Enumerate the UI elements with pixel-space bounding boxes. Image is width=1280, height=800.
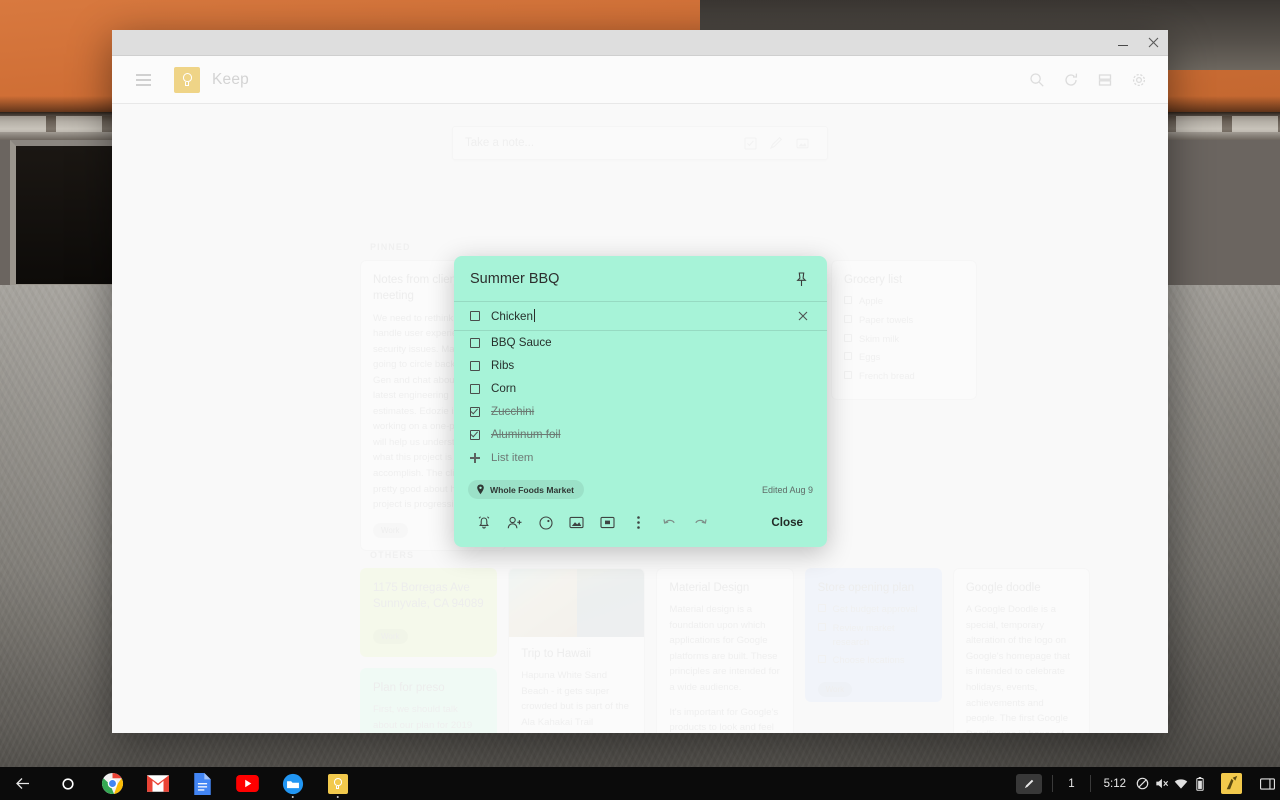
keep-app-window: Keep Take a note... xyxy=(112,30,1168,733)
location-chip-text: Whole Foods Market xyxy=(490,485,574,495)
checkbox-icon[interactable] xyxy=(470,384,480,394)
modal-checklist: Chicken BBQ Sauce Ribs Corn xyxy=(454,301,827,472)
modal-list-item[interactable]: Ribs xyxy=(454,354,827,377)
launcher-circle-icon[interactable] xyxy=(45,767,90,800)
modal-title[interactable]: Summer BBQ xyxy=(470,271,791,287)
modal-list-item-checked[interactable]: Zucchini xyxy=(454,400,827,423)
window-minimize-button[interactable] xyxy=(1108,30,1138,56)
add-image-icon[interactable] xyxy=(561,509,592,536)
battery-icon[interactable] xyxy=(1190,767,1209,800)
taskbar-system-tray: 1 5:12 xyxy=(1009,767,1280,800)
location-pin-icon xyxy=(476,484,485,495)
color-palette-icon[interactable] xyxy=(530,509,561,536)
window-titlebar xyxy=(112,30,1168,56)
text-caret xyxy=(534,309,535,322)
modal-list-item-checked[interactable]: Aluminum foil xyxy=(454,423,827,446)
close-icon xyxy=(1148,37,1159,48)
gmail-icon[interactable] xyxy=(135,767,180,800)
close-button[interactable]: Close xyxy=(761,511,813,534)
modal-list-item[interactable]: BBQ Sauce xyxy=(454,331,827,354)
checkbox-checked-icon[interactable] xyxy=(470,430,480,440)
chrome-icon[interactable] xyxy=(90,767,135,800)
modal-item-label[interactable]: Zucchini xyxy=(491,405,811,418)
modal-list-item-active[interactable]: Chicken xyxy=(454,301,827,331)
do-not-disturb-icon[interactable] xyxy=(1133,767,1152,800)
stylus-pen-icon[interactable] xyxy=(1016,774,1042,794)
add-collaborator-icon[interactable] xyxy=(499,509,530,536)
checkbox-icon[interactable] xyxy=(470,311,480,321)
add-list-item-label: List item xyxy=(491,452,533,464)
modal-toolbar: Close xyxy=(454,503,827,547)
window-close-button[interactable] xyxy=(1138,30,1168,56)
location-chip[interactable]: Whole Foods Market xyxy=(468,480,584,499)
checkbox-checked-icon[interactable] xyxy=(470,407,480,417)
window-count[interactable]: 1 xyxy=(1056,778,1086,790)
checkbox-icon[interactable] xyxy=(470,338,480,348)
add-list-item-row[interactable]: List item xyxy=(454,446,827,468)
clock-time[interactable]: 5:12 xyxy=(1094,778,1133,790)
notes-content-area: Take a note... PINNED Notes from client … xyxy=(112,104,1168,733)
archive-icon[interactable] xyxy=(592,509,623,536)
checkbox-icon[interactable] xyxy=(470,361,480,371)
app-header: Keep xyxy=(112,56,1168,104)
search-icon[interactable] xyxy=(1022,65,1052,95)
back-arrow-icon[interactable] xyxy=(0,767,45,800)
note-editor-modal: Summer BBQ Chicken xyxy=(454,256,827,547)
settings-gear-icon[interactable] xyxy=(1124,65,1154,95)
hamburger-menu-icon[interactable] xyxy=(126,63,160,97)
modal-item-label[interactable]: Chicken xyxy=(491,309,784,323)
wifi-icon[interactable] xyxy=(1171,767,1190,800)
modal-footer-info: Whole Foods Market Edited Aug 9 xyxy=(454,472,827,503)
modal-item-label[interactable]: Aluminum foil xyxy=(491,428,811,441)
keep-icon[interactable] xyxy=(315,767,360,800)
app-title: Keep xyxy=(212,71,249,89)
lightbulb-icon xyxy=(174,67,200,93)
docs-icon[interactable] xyxy=(180,767,225,800)
modal-title-row: Summer BBQ xyxy=(454,256,827,301)
more-options-icon[interactable] xyxy=(623,509,654,536)
modal-item-label[interactable]: BBQ Sauce xyxy=(491,336,811,349)
plus-icon xyxy=(470,453,480,463)
redo-icon[interactable] xyxy=(685,509,716,536)
system-taskbar: 1 5:12 xyxy=(0,767,1280,800)
display-icon[interactable] xyxy=(1254,767,1280,800)
list-view-icon[interactable] xyxy=(1090,65,1120,95)
edited-timestamp: Edited Aug 9 xyxy=(762,485,813,495)
reminder-bell-icon[interactable] xyxy=(468,509,499,536)
files-icon[interactable] xyxy=(270,767,315,800)
clear-x-icon[interactable] xyxy=(795,308,811,324)
modal-list-item[interactable]: Corn xyxy=(454,377,827,400)
taskbar-left xyxy=(0,767,360,800)
volume-muted-icon[interactable] xyxy=(1152,767,1171,800)
user-avatar-icon[interactable] xyxy=(1209,767,1254,800)
undo-icon[interactable] xyxy=(654,509,685,536)
youtube-icon[interactable] xyxy=(225,767,270,800)
pin-icon[interactable] xyxy=(791,269,811,289)
minimize-icon xyxy=(1118,45,1128,46)
modal-item-label[interactable]: Ribs xyxy=(491,359,811,372)
modal-item-label[interactable]: Corn xyxy=(491,382,811,395)
refresh-icon[interactable] xyxy=(1056,65,1086,95)
